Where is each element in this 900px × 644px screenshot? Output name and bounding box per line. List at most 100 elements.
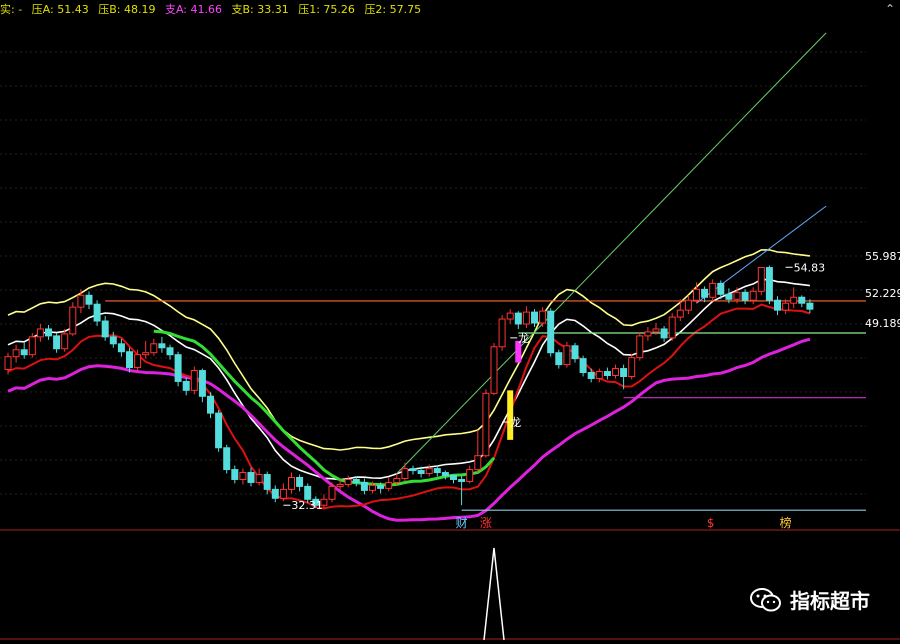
right-price-label-2: 49.189	[865, 317, 900, 330]
candle-body	[409, 468, 417, 472]
candle-body	[28, 336, 36, 356]
candle-body	[142, 352, 150, 356]
candle-body	[77, 294, 85, 308]
candle-body	[296, 476, 304, 487]
candle-body	[660, 328, 668, 339]
candle-body	[441, 472, 449, 477]
candle-body	[166, 347, 174, 356]
candlestick-chart[interactable]: 55.98752.22949.18954.8332.31龙龙财涨 $ 榜	[0, 0, 900, 644]
candle-body	[531, 311, 538, 324]
candle-body	[223, 447, 231, 471]
candle-body	[579, 358, 587, 374]
candle-body	[774, 299, 781, 311]
candle-body	[757, 267, 765, 292]
candle-body	[765, 267, 773, 301]
candle-body	[547, 310, 555, 354]
candle-body	[134, 354, 142, 369]
candle-body	[676, 309, 684, 318]
candle-body	[474, 455, 482, 471]
candle-body	[85, 294, 93, 305]
annotation-2: 龙	[518, 332, 529, 345]
annotation-0: 54.83	[794, 261, 826, 274]
candle-body	[668, 316, 676, 339]
candle-body	[36, 328, 44, 338]
annotation-3: 龙	[510, 416, 521, 429]
candle-body	[539, 310, 547, 324]
lower-panel-spike	[483, 547, 505, 641]
candle-body	[53, 335, 61, 350]
wechat-icon	[750, 587, 781, 611]
candle-body	[709, 282, 717, 298]
support-green-line	[153, 329, 496, 487]
event-marker-2: $	[707, 516, 715, 530]
candle-body	[425, 468, 433, 475]
candle-body	[20, 349, 28, 356]
event-marker-0: 财	[456, 516, 468, 530]
candle-body	[263, 474, 271, 490]
candle-body	[101, 320, 109, 338]
candle-body	[555, 352, 563, 366]
right-price-label-1: 52.229	[865, 287, 900, 300]
candle-body	[506, 312, 514, 320]
candle-body	[514, 312, 522, 325]
candle-body	[207, 395, 214, 414]
candle-body	[344, 478, 352, 485]
candle-body	[109, 336, 117, 345]
candle-body	[725, 293, 733, 300]
candle-body	[733, 291, 741, 300]
candle-body	[126, 351, 133, 369]
candle-body	[336, 483, 344, 487]
candle-body	[490, 346, 498, 394]
candle-body	[749, 290, 757, 301]
candle-body	[603, 371, 611, 376]
candle-body	[458, 478, 466, 482]
candle-body	[417, 470, 425, 475]
candle-body	[69, 306, 77, 335]
diag-line-0	[396, 32, 827, 474]
candle-body	[198, 370, 206, 397]
candle-body	[61, 333, 69, 350]
candle-body	[466, 469, 474, 482]
candle-body	[231, 469, 239, 480]
candle-body	[684, 299, 692, 311]
candle-body	[12, 349, 20, 358]
candle-body	[255, 474, 263, 483]
candle-body	[385, 481, 393, 489]
right-price-label-0: 55.987	[865, 250, 900, 263]
candle-body	[612, 368, 619, 376]
candle-body	[701, 288, 709, 298]
candle-body	[369, 484, 376, 491]
candle-body	[636, 335, 644, 359]
candle-body	[401, 468, 409, 479]
candle-body	[271, 488, 279, 499]
candle-body	[433, 468, 441, 474]
candle-body	[279, 488, 287, 499]
candle-body	[717, 282, 725, 295]
candle-body	[782, 302, 790, 311]
candle-body	[741, 291, 749, 301]
candle-body	[4, 356, 12, 371]
candle-body	[239, 472, 247, 480]
candle-body	[288, 476, 295, 490]
candle-body	[806, 302, 814, 310]
candle-body	[644, 331, 652, 337]
candle-body	[117, 343, 125, 353]
watermark-text: 指标超市	[790, 589, 870, 613]
upper-band-line	[7, 249, 810, 451]
candle-body	[328, 485, 336, 500]
candle-body	[652, 328, 660, 333]
candle-body	[215, 412, 223, 449]
candle-body	[182, 380, 190, 391]
ma-short-line	[7, 303, 811, 510]
candle-body	[498, 318, 506, 348]
candle-body	[790, 296, 798, 304]
candle-body	[620, 368, 628, 377]
candle-body	[360, 481, 368, 491]
candle-body	[247, 472, 255, 483]
candle-body	[393, 477, 401, 483]
candle-body	[571, 345, 579, 360]
event-marker-3: 榜	[780, 515, 792, 530]
candle-body	[628, 357, 636, 377]
candle-body	[450, 475, 457, 480]
candle-body	[352, 478, 360, 483]
